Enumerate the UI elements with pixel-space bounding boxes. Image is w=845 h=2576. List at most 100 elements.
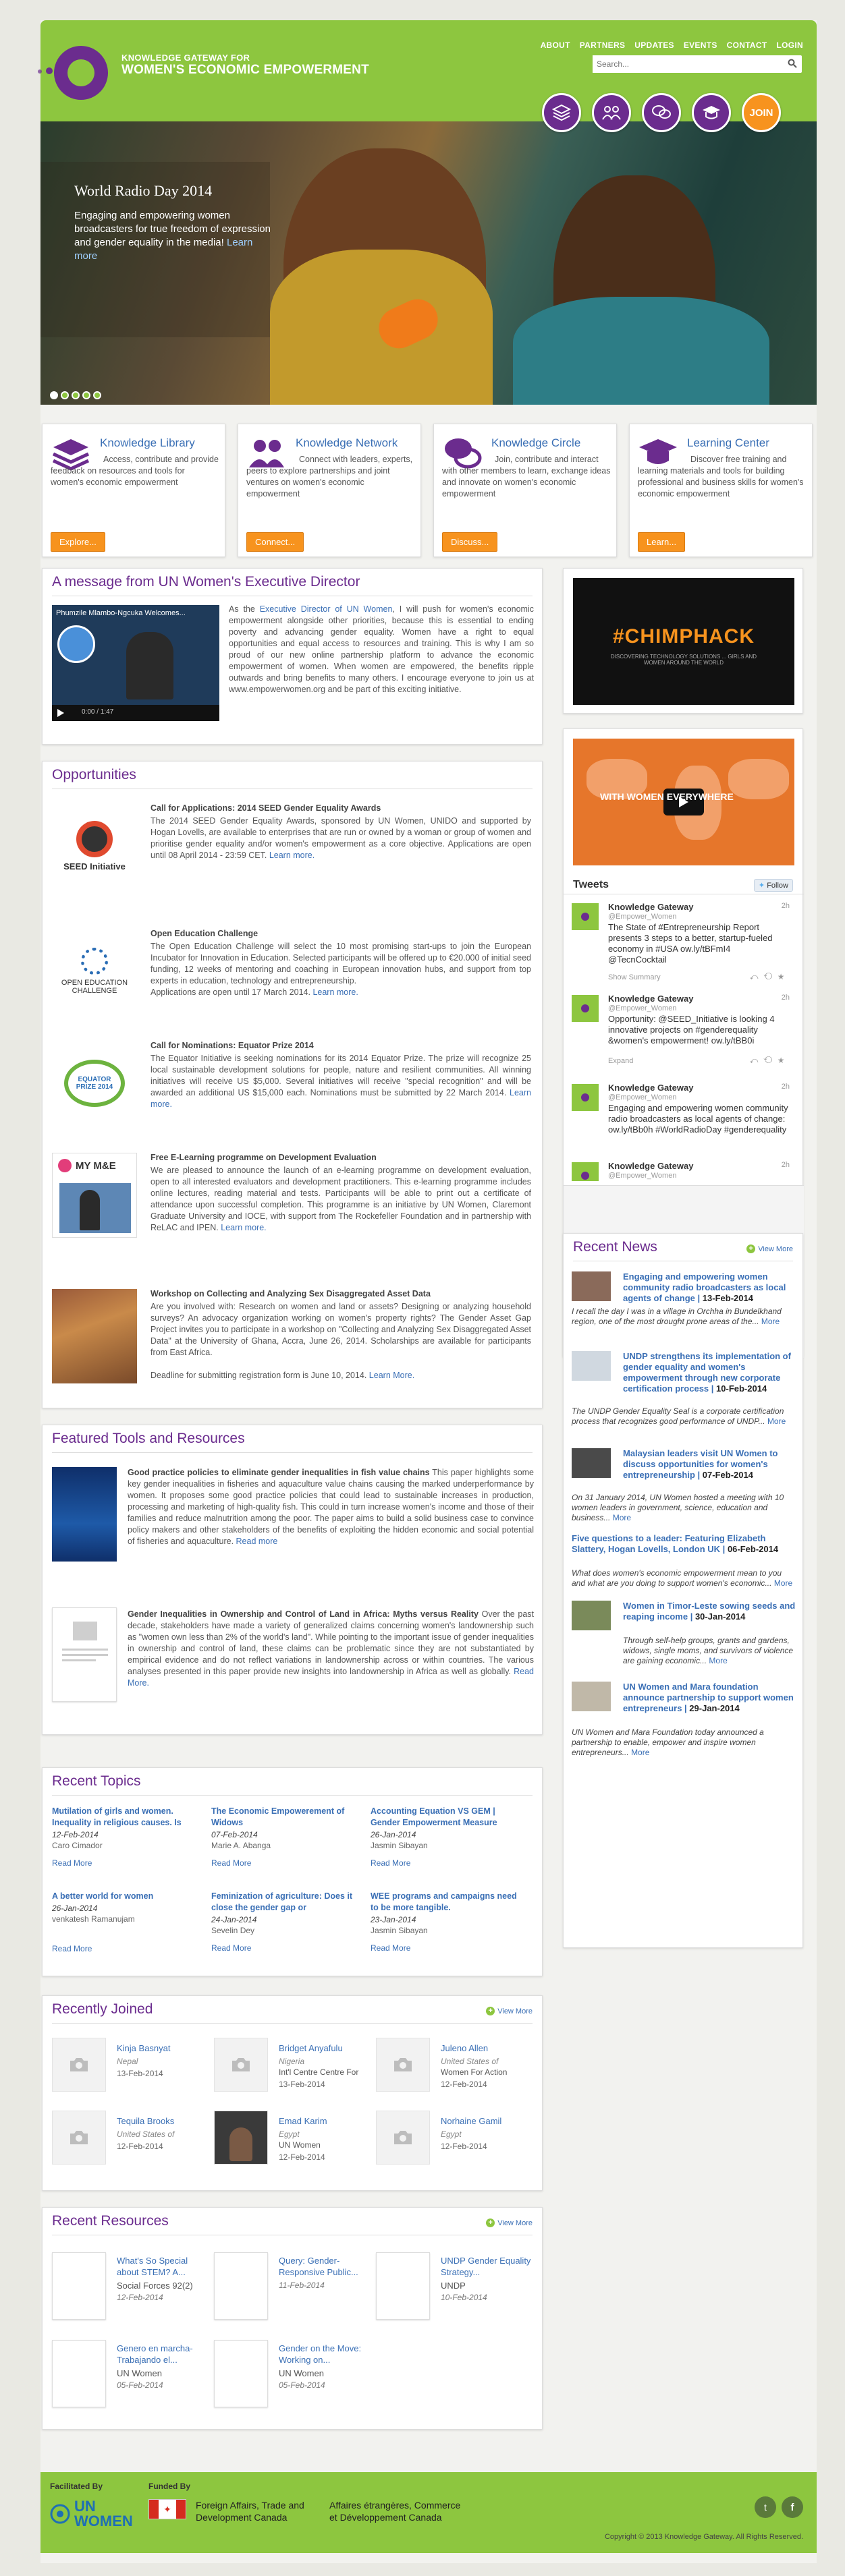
resource-thumbnail[interactable] [376,2252,430,2320]
member-name[interactable]: Norhaine Gamil [441,2116,501,2126]
resource-title[interactable]: What's So Special about STEM? A... [117,2255,207,2278]
view-more-link[interactable]: + View More [746,1244,793,1253]
view-more-link[interactable]: + View More [486,2219,533,2227]
topic-title[interactable]: The Economic Empowerement of Widows [211,1806,360,1829]
tweet-handle[interactable]: @Empower_Women [608,1172,676,1180]
tweet-author[interactable]: Knowledge Gateway [608,1083,693,1093]
nav-partners[interactable]: PARTNERS [580,40,626,50]
feature-title[interactable]: Knowledge Circle [491,436,580,450]
news-title[interactable]: Malaysian leaders visit UN Women to disc… [623,1448,796,1481]
resource-thumbnail[interactable] [214,2340,268,2407]
tool-title[interactable]: Good practice policies to eliminate gend… [128,1468,430,1477]
nav-events[interactable]: EVENTS [684,40,717,50]
member-name[interactable]: Emad Karim [279,2116,327,2126]
explore-button[interactable]: Explore... [51,532,105,552]
tool-cover-image[interactable] [52,1607,117,1702]
opportunity-title[interactable]: Call for Nominations: Equator Prize 2014 [151,1041,314,1050]
nav-login[interactable]: LOGIN [777,40,804,50]
more-link[interactable]: More [709,1656,727,1665]
opportunity-title[interactable]: Workshop on Collecting and Analyzing Sex… [151,1289,431,1298]
topic-title[interactable]: A better world for women [52,1891,200,1902]
slider-dot[interactable] [93,391,101,399]
tweet-expand[interactable]: Show Summary [608,973,661,981]
tweet-expand[interactable]: Expand [608,1057,633,1065]
more-link[interactable]: More [774,1578,792,1588]
tweet-avatar[interactable] [570,1161,600,1181]
library-icon[interactable] [542,93,581,132]
read-more-link[interactable]: Read More [52,1858,200,1868]
news-title[interactable]: Women in Timor-Leste sowing seeds and re… [623,1601,796,1622]
tweet-time[interactable]: 2h [782,902,790,910]
more-link[interactable]: More [613,1513,631,1522]
slider-dot[interactable] [72,391,80,399]
resource-thumbnail[interactable] [52,2252,106,2320]
discuss-button[interactable]: Discuss... [442,532,498,552]
avatar-placeholder[interactable] [376,2111,430,2165]
tweet-time[interactable]: 2h [782,994,790,1002]
nav-contact[interactable]: CONTACT [727,40,767,50]
read-more-link[interactable]: Read More [211,1943,360,1953]
avatar-placeholder[interactable] [376,2038,430,2092]
member-avatar[interactable] [214,2111,268,2165]
tweet-handle[interactable]: @Empower_Women [608,1004,676,1012]
opportunity-title[interactable]: Call for Applications: 2014 SEED Gender … [151,803,381,813]
more-link[interactable]: More [767,1416,786,1426]
learn-more-link[interactable]: Learn more. [221,1223,266,1232]
connect-button[interactable]: Connect... [246,532,304,552]
news-thumbnail[interactable] [572,1448,611,1478]
feature-title[interactable]: Knowledge Network [296,436,398,450]
video-player[interactable]: Phumzile Mlambo-Ngcuka Welcomes... 0:00 … [52,605,219,721]
circle-icon[interactable] [642,93,681,132]
news-title[interactable]: UNDP strengthens its implementation of g… [623,1351,796,1394]
read-more-link[interactable]: Read More [371,1943,519,1953]
twitter-icon[interactable]: t [755,2496,776,2518]
read-more-link[interactable]: Read More [371,1858,519,1868]
avatar-placeholder[interactable] [52,2038,106,2092]
resource-thumbnail[interactable] [52,2340,106,2407]
learn-more-link[interactable]: Learn More. [369,1371,414,1380]
topic-title[interactable]: Mutilation of girls and women. Inequalit… [52,1806,200,1829]
resource-title[interactable]: UNDP Gender Equality Strategy... [441,2255,531,2278]
learn-more-link[interactable]: Learn more. [269,851,315,860]
tweet-handle[interactable]: @Empower_Women [608,1093,676,1101]
learn-button[interactable]: Learn... [638,532,686,552]
news-thumbnail[interactable] [572,1682,611,1711]
search-icon[interactable] [788,59,797,68]
tweet-avatar[interactable] [570,902,600,932]
map-video[interactable]: WITH WOMEN EVERYWHERE [573,739,794,865]
play-icon[interactable] [57,709,64,717]
tool-title[interactable]: Gender Inequalities in Ownership and Con… [128,1609,479,1619]
executive-director-link[interactable]: Executive Director of UN Women [260,604,393,614]
more-link[interactable]: More [631,1748,649,1757]
read-more-link[interactable]: Read more [236,1537,278,1546]
resource-title[interactable]: Genero en marcha- Trabajando el... [117,2343,207,2366]
opportunity-title[interactable]: Free E-Learning programme on Development… [151,1153,377,1162]
slider-dot[interactable] [82,391,90,399]
network-icon[interactable] [592,93,631,132]
topic-title[interactable]: Accounting Equation VS GEM | Gender Empo… [371,1806,519,1829]
nav-about[interactable]: ABOUT [541,40,570,50]
member-name[interactable]: Bridget Anyafulu [279,2043,343,2053]
view-more-link[interactable]: + View More [486,2007,533,2015]
news-title[interactable]: Engaging and empowering women community … [623,1271,796,1304]
learn-more-link[interactable]: Learn more. [312,988,358,997]
feature-title[interactable]: Learning Center [687,436,769,450]
tool-cover-image[interactable] [52,1467,117,1562]
tweet-actions[interactable]: ⤺⟲★ [750,972,790,982]
topic-title[interactable]: WEE programs and campaigns need to be mo… [371,1891,519,1914]
more-link[interactable]: More [761,1317,780,1326]
tweet-author[interactable]: Knowledge Gateway [608,994,693,1004]
nav-updates[interactable]: UPDATES [634,40,674,50]
member-name[interactable]: Juleno Allen [441,2043,488,2053]
canada-flag[interactable]: ✦ [148,2499,186,2519]
tweet-time[interactable]: 2h [782,1161,790,1169]
news-thumbnail[interactable] [572,1351,611,1381]
chimphack-banner[interactable]: #CHIMPHACK DISCOVERING TECHNOLOGY SOLUTI… [573,578,794,705]
tweet-author[interactable]: Knowledge Gateway [608,902,693,912]
tweet-handle[interactable]: @Empower_Women [608,913,676,921]
resource-title[interactable]: Gender on the Move: Working on... [279,2343,369,2366]
avatar-placeholder[interactable] [52,2111,106,2165]
tweet-avatar[interactable] [570,994,600,1023]
member-name[interactable]: Kinja Basnyat [117,2043,171,2053]
follow-button[interactable]: ✦ Follow [753,879,793,892]
